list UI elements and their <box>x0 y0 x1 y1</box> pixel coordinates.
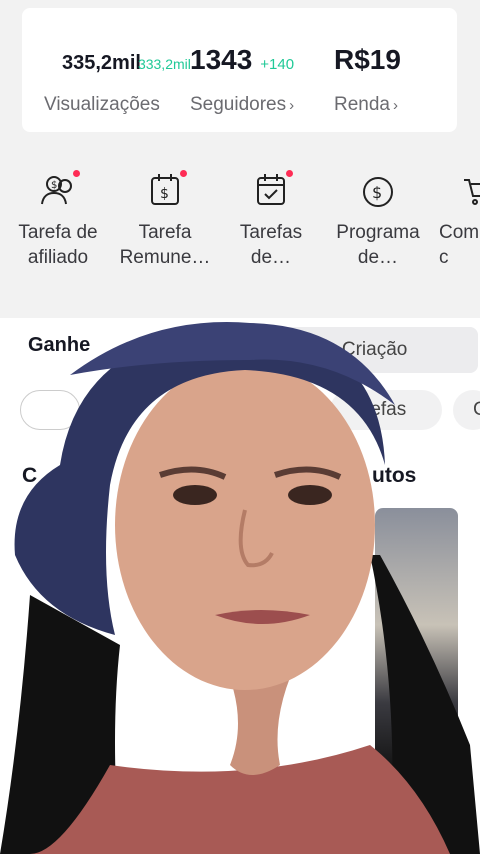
followers-link[interactable]: Seguidores › <box>190 94 294 116</box>
followers-delta: +140 <box>260 56 295 73</box>
views-delta: 333,2mil <box>137 56 191 72</box>
tool-affiliate-task[interactable]: $ Tarefa de afiliado <box>3 170 113 270</box>
chevron-right-icon: › <box>289 97 295 114</box>
followers-stat[interactable]: 1343 +140 <box>190 44 294 76</box>
income-link[interactable]: Renda › <box>334 94 398 116</box>
badge-dot <box>286 170 293 177</box>
tool-label: Tarefa Remune… <box>119 222 211 268</box>
badge-dot <box>180 170 187 177</box>
tool-paid-task[interactable]: $ Tarefa Remune… <box>110 170 220 270</box>
tool-label: Tarefas de… <box>239 222 303 268</box>
views-label: Visualizações <box>44 94 160 115</box>
tool-label: Programa de… <box>336 222 420 268</box>
badge-dot <box>73 170 80 177</box>
affiliate-icon: $ <box>38 170 80 210</box>
income-stat[interactable]: R$19 <box>334 44 401 76</box>
creator-tools: $ Tarefa de afiliado $ Tarefa Remune… Ta… <box>0 170 480 280</box>
dollar-circle-icon: $ <box>358 170 398 210</box>
presenter-video-overlay <box>0 322 480 854</box>
income-label: Renda <box>334 94 390 115</box>
followers-value: 1343 <box>190 44 253 75</box>
tool-tasks[interactable]: Tarefas de… <box>216 170 326 270</box>
followers-label: Seguidores <box>190 94 287 115</box>
tool-label: Tarefa de afiliado <box>18 222 98 268</box>
cart-icon <box>460 170 480 210</box>
svg-text:$: $ <box>372 183 382 202</box>
chevron-right-icon: › <box>393 97 398 114</box>
views-stat: 335,2mil 333,2mil <box>62 52 191 75</box>
views-value: 335,2mil <box>62 52 141 74</box>
tool-label: Com c <box>439 222 480 268</box>
dollar-calendar-icon: $ <box>145 170 187 210</box>
income-value: R$19 <box>334 44 401 75</box>
stats-card: 335,2mil 333,2mil Visualizações 1343 +14… <box>22 8 457 132</box>
check-calendar-icon <box>251 170 293 210</box>
tool-shop[interactable]: Com c <box>430 170 480 270</box>
svg-text:$: $ <box>160 186 169 202</box>
tool-program[interactable]: $ Programa de… <box>323 170 433 270</box>
svg-text:$: $ <box>51 180 57 191</box>
